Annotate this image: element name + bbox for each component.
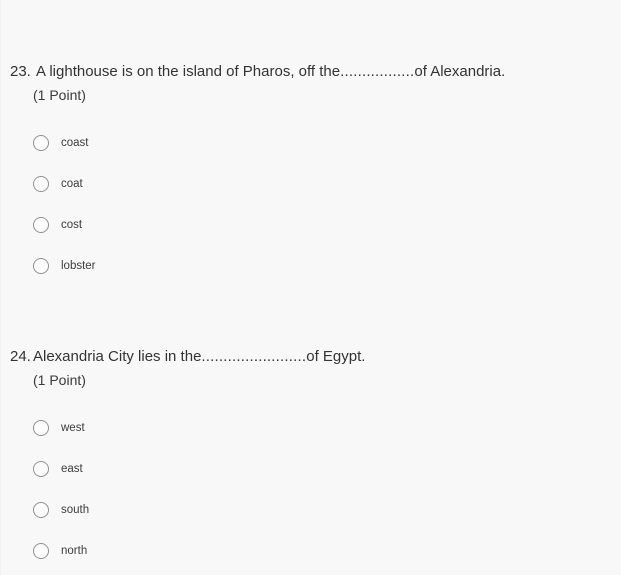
question-24-blank-dots: ........................ — [201, 348, 307, 365]
option-row[interactable]: coat — [33, 163, 621, 204]
question-24-heading: 24. Alexandria City lies in the ........… — [0, 347, 621, 367]
option-label: coast — [61, 136, 89, 149]
option-row[interactable]: lobster — [33, 245, 621, 286]
option-row[interactable]: coast — [33, 122, 621, 163]
question-23-points: (1 Point) — [33, 87, 86, 103]
option-label: west — [61, 421, 85, 434]
question-block-24: 24. Alexandria City lies in the ........… — [0, 347, 621, 571]
radio-icon[interactable] — [33, 419, 49, 436]
radio-icon[interactable] — [33, 542, 49, 559]
question-24-points: (1 Point) — [33, 372, 86, 388]
option-row[interactable]: south — [33, 489, 621, 530]
radio-icon[interactable] — [33, 175, 49, 192]
radio-icon[interactable] — [33, 257, 49, 274]
radio-icon[interactable] — [33, 134, 49, 151]
quiz-page: 23. A lighthouse is on the island of Pha… — [0, 0, 621, 575]
option-row[interactable]: west — [33, 407, 621, 448]
question-23-number: 23. — [10, 63, 31, 80]
radio-icon[interactable] — [33, 460, 49, 477]
option-row[interactable]: cost — [33, 204, 621, 245]
question-23-heading: 23. A lighthouse is on the island of Pha… — [0, 62, 621, 82]
option-label: coat — [61, 177, 83, 190]
radio-icon[interactable] — [33, 216, 49, 233]
question-24-number: 24. — [10, 348, 31, 365]
question-23-text-before: A lighthouse is on the island of Pharos,… — [36, 63, 341, 80]
option-label: north — [61, 544, 88, 557]
option-label: lobster — [61, 259, 96, 272]
question-23-options: coast coat cost lobster — [0, 122, 621, 286]
option-row[interactable]: east — [33, 448, 621, 489]
question-23-text-after: of Alexandria. — [414, 63, 506, 80]
radio-icon[interactable] — [33, 501, 49, 518]
question-block-23: 23. A lighthouse is on the island of Pha… — [0, 62, 621, 286]
question-24-text-before: Alexandria City lies in the — [33, 348, 202, 365]
option-label: cost — [61, 218, 83, 231]
question-23-blank-dots: ................. — [340, 63, 415, 80]
question-24-options: west east south north — [0, 407, 621, 571]
option-row[interactable]: north — [33, 530, 621, 571]
question-24-text-after: of Egypt. — [306, 348, 366, 365]
option-label: south — [61, 503, 90, 516]
option-label: east — [61, 462, 83, 475]
